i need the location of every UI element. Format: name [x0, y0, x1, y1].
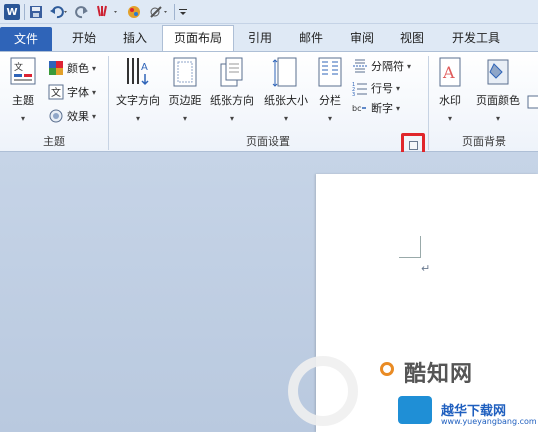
page-color-icon	[487, 59, 509, 85]
watermark-url: www.yueyangbang.com	[441, 417, 537, 426]
tab-view[interactable]: 视图	[392, 26, 432, 51]
margins-button[interactable]: 页边距 ▾	[166, 56, 204, 130]
chevron-down-icon: ▾	[396, 83, 401, 93]
svg-text:A: A	[141, 62, 148, 73]
watermark-site-icon	[398, 396, 432, 424]
page-borders-button[interactable]	[526, 92, 538, 112]
orientation-icon	[220, 57, 243, 87]
tab-page-layout[interactable]: 页面布局	[162, 25, 234, 51]
themes-icon: 文	[10, 57, 36, 85]
chevron-down-icon: ▾	[447, 114, 452, 123]
line-numbers-label: 行号	[371, 82, 393, 95]
watermark-label: 水印	[439, 94, 461, 107]
fonts-label: 字体	[67, 86, 89, 99]
chevron-down-icon: ▾	[182, 114, 187, 123]
margins-icon	[173, 57, 197, 87]
paragraph-mark-icon: ↵	[421, 262, 431, 275]
colors-label: 颜色	[67, 62, 89, 75]
undo-icon[interactable]	[48, 3, 70, 21]
chevron-down-icon: ▾	[283, 114, 288, 123]
word-app-icon[interactable]: W	[4, 4, 20, 20]
effects-icon	[49, 109, 63, 123]
svg-text:文: 文	[51, 86, 61, 99]
colors-icon	[49, 61, 63, 75]
chevron-down-icon: ▾	[135, 114, 140, 123]
text-direction-label: 文字方向	[116, 94, 160, 107]
dialog-launcher-icon	[409, 141, 418, 150]
chevron-down-icon: ▾	[407, 61, 412, 71]
orientation-button[interactable]: 纸张方向 ▾	[206, 56, 258, 130]
line-numbers-icon: 123	[352, 82, 367, 96]
orientation-label: 纸张方向	[210, 94, 254, 107]
hyphenation-icon: bc	[352, 104, 366, 113]
svg-text:A: A	[442, 63, 455, 82]
page-color-button[interactable]: 页面颜色 ▾	[472, 56, 524, 130]
size-label: 纸张大小	[264, 94, 308, 107]
watermark-circle-logo	[288, 356, 358, 426]
group-label-page-background: 页面背景	[462, 135, 506, 148]
qat-divider	[174, 4, 175, 20]
fonts-icon: 文	[48, 84, 64, 100]
save-icon[interactable]	[28, 3, 44, 21]
size-button[interactable]: 纸张大小 ▾	[260, 56, 312, 130]
watermark-brand1: 酷知网	[404, 362, 474, 387]
ribbon-tab-bar: 文件 开始 插入 页面布局 引用 邮件 审阅 视图 开发工具	[0, 24, 538, 51]
columns-label: 分栏	[319, 94, 341, 107]
tab-file[interactable]: 文件	[0, 27, 52, 51]
draw-icon[interactable]	[148, 3, 170, 21]
redo-icon[interactable]	[74, 3, 90, 21]
group-label-page-setup: 页面设置	[246, 135, 290, 148]
watermark-button[interactable]: A 水印 ▾	[432, 56, 468, 130]
ribbon: 文 主题 ▾ 颜色 ▾ 文 字体 ▾ 效果 ▾ 主题 A 文字方向 ▾ 页边距 ▾ 纸…	[0, 51, 538, 152]
columns-icon	[318, 57, 342, 87]
tab-insert[interactable]: 插入	[112, 26, 158, 51]
color-icon[interactable]	[126, 3, 142, 21]
customize-icon[interactable]	[177, 3, 189, 21]
chevron-down-icon: ▾	[92, 63, 97, 73]
themes-button[interactable]: 文 主题 ▾	[4, 56, 42, 130]
tab-home[interactable]: 开始	[60, 26, 108, 51]
chevron-down-icon: ▾	[20, 114, 25, 123]
chevron-down-icon: ▾	[396, 103, 401, 113]
group-divider	[428, 56, 429, 150]
watermark-orange-logo	[380, 362, 394, 376]
line-numbers-button[interactable]: 123 行号 ▾	[352, 78, 400, 98]
page-size-icon	[272, 57, 297, 87]
chevron-down-icon: ▾	[229, 114, 234, 123]
qat-divider	[24, 4, 25, 20]
tab-mailings[interactable]: 邮件	[290, 26, 332, 51]
svg-text:3: 3	[352, 92, 355, 96]
tab-developer[interactable]: 开发工具	[444, 26, 508, 51]
tab-references[interactable]: 引用	[240, 26, 280, 51]
themes-label: 主题	[12, 94, 34, 107]
breaks-icon	[353, 59, 367, 73]
theme-effects-button[interactable]: 效果 ▾	[48, 106, 96, 126]
page-borders-icon	[527, 95, 538, 109]
quick-access-toolbar: W	[0, 0, 538, 24]
hyphenation-button[interactable]: bc 断字 ▾	[352, 98, 400, 118]
watermark-icon: A	[439, 57, 461, 87]
svg-text:文: 文	[14, 61, 23, 73]
chevron-down-icon: ▾	[495, 114, 500, 123]
hyphenation-label: 断字	[371, 102, 393, 115]
margins-label: 页边距	[168, 94, 202, 107]
theme-colors-button[interactable]: 颜色 ▾	[48, 58, 96, 78]
chevron-down-icon: ▾	[327, 114, 332, 123]
chevron-down-icon: ▾	[92, 111, 97, 121]
text-direction-icon: A	[127, 58, 149, 86]
text-direction-button[interactable]: A 文字方向 ▾	[112, 56, 164, 130]
group-label-theme: 主题	[43, 135, 65, 148]
columns-button[interactable]: 分栏 ▾	[314, 56, 346, 130]
margin-corner-marker	[399, 236, 421, 258]
breaks-label: 分隔符	[371, 60, 404, 73]
format-painter-icon[interactable]	[94, 3, 122, 21]
tab-review[interactable]: 审阅	[342, 26, 382, 51]
chevron-down-icon: ▾	[92, 87, 97, 97]
theme-fonts-button[interactable]: 文 字体 ▾	[48, 82, 96, 102]
svg-text:bc: bc	[352, 104, 361, 113]
breaks-button[interactable]: 分隔符 ▾	[352, 56, 411, 76]
effects-label: 效果	[67, 110, 89, 123]
page-color-label: 页面颜色	[476, 94, 520, 107]
